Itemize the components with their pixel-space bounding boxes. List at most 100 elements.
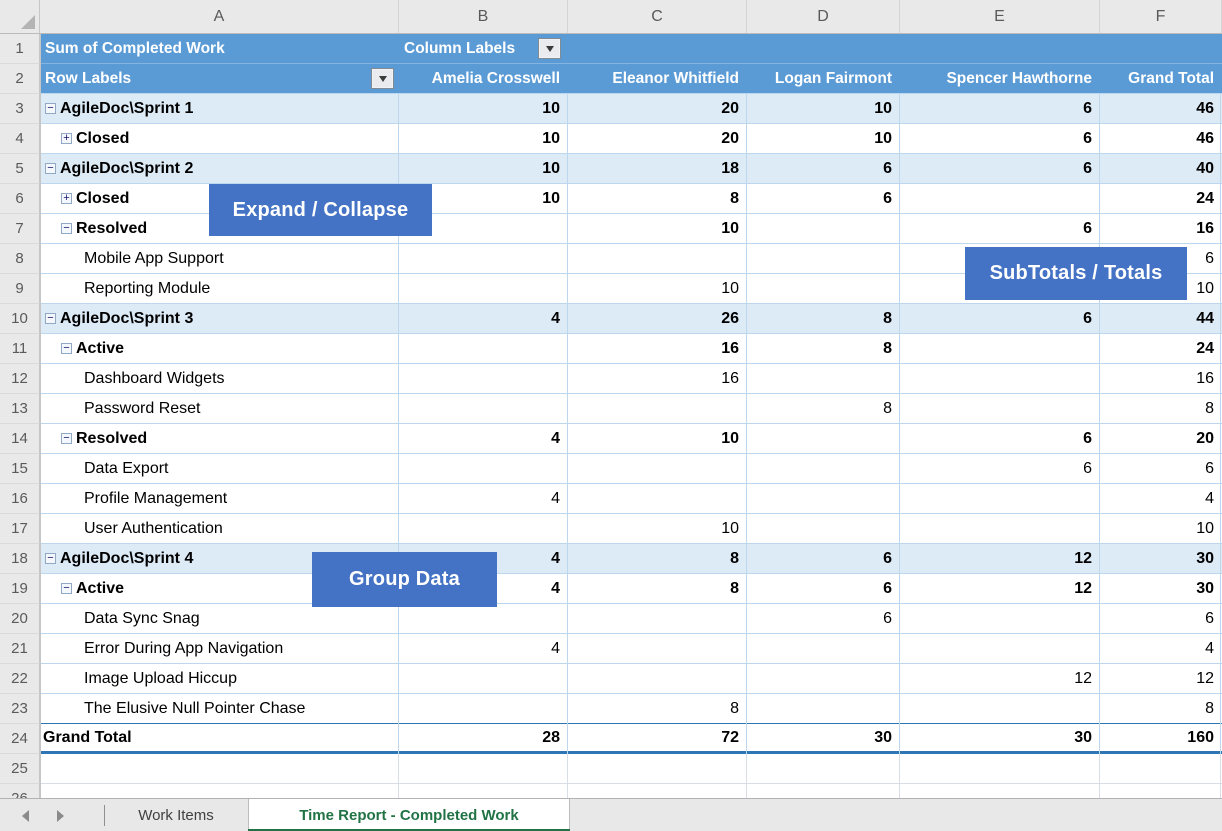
collapse-icon[interactable]: − [61, 583, 72, 594]
row-header-2[interactable]: 2 [0, 64, 40, 94]
value-cell[interactable]: 8 [568, 544, 747, 573]
column-header-c[interactable]: C [568, 0, 747, 33]
value-cell[interactable] [747, 214, 900, 243]
row-label-cell[interactable]: Password Reset [40, 394, 399, 423]
value-cell[interactable]: 30 [1100, 544, 1222, 573]
value-cell[interactable]: 6 [900, 124, 1100, 153]
row-label-cell[interactable]: −AgileDoc\Sprint 2 [40, 154, 399, 183]
callout-shape[interactable]: Expand / Collapse [209, 184, 432, 236]
collapse-icon[interactable]: − [45, 313, 56, 324]
row-header-18[interactable]: 18 [0, 544, 40, 574]
value-cell[interactable]: 8 [747, 334, 900, 363]
value-cell[interactable]: 10 [399, 94, 568, 123]
value-cell[interactable] [747, 454, 900, 483]
next-sheet-arrow-icon[interactable] [57, 810, 64, 822]
sheet-tab-time-report-completed-work[interactable]: Time Report - Completed Work [248, 799, 570, 831]
value-cell[interactable]: 20 [1100, 424, 1222, 453]
value-cell[interactable]: 16 [1100, 364, 1222, 393]
value-cell[interactable]: 28 [399, 724, 568, 751]
row-header-5[interactable]: 5 [0, 154, 40, 184]
value-cell[interactable]: 6 [747, 154, 900, 183]
row-label-cell[interactable]: Error During App Navigation [40, 634, 399, 663]
row-header-8[interactable]: 8 [0, 244, 40, 274]
value-cell[interactable]: 8 [747, 304, 900, 333]
row-label-cell[interactable]: Dashboard Widgets [40, 364, 399, 393]
value-cell[interactable]: 6 [747, 544, 900, 573]
value-cell[interactable] [399, 244, 568, 273]
value-cell[interactable]: 46 [1100, 124, 1222, 153]
row-header-1[interactable]: 1 [0, 34, 40, 64]
value-cell[interactable]: 6 [900, 94, 1100, 123]
row-header-11[interactable]: 11 [0, 334, 40, 364]
column-header-b[interactable]: B [399, 0, 568, 33]
row-header-17[interactable]: 17 [0, 514, 40, 544]
row-header-14[interactable]: 14 [0, 424, 40, 454]
value-cell[interactable] [568, 244, 747, 273]
value-cell[interactable] [399, 694, 568, 723]
expand-icon[interactable]: + [61, 193, 72, 204]
value-cell[interactable]: 40 [1100, 154, 1222, 183]
value-cell[interactable]: 10 [568, 424, 747, 453]
column-header-cell[interactable]: Amelia Crosswell [399, 64, 568, 93]
value-cell[interactable]: 10 [747, 94, 900, 123]
value-cell[interactable]: 10 [399, 124, 568, 153]
value-cell[interactable] [747, 364, 900, 393]
value-cell[interactable]: 160 [1100, 724, 1222, 751]
value-cell[interactable]: 12 [900, 544, 1100, 573]
value-cell[interactable]: 6 [747, 604, 900, 633]
row-label-cell[interactable]: Profile Management [40, 484, 399, 513]
value-cell[interactable]: 16 [568, 334, 747, 363]
value-cell[interactable]: 12 [900, 664, 1100, 693]
row-labels-filter-button[interactable] [371, 68, 394, 89]
value-cell[interactable]: 4 [1100, 484, 1222, 513]
expand-icon[interactable]: + [61, 133, 72, 144]
row-header-3[interactable]: 3 [0, 94, 40, 124]
value-cell[interactable] [900, 604, 1100, 633]
row-label-cell[interactable]: Grand Total [40, 724, 399, 751]
value-cell[interactable] [568, 664, 747, 693]
value-cell[interactable]: 8 [568, 574, 747, 603]
row-header-4[interactable]: 4 [0, 124, 40, 154]
value-cell[interactable]: 12 [900, 574, 1100, 603]
row-header-22[interactable]: 22 [0, 664, 40, 694]
value-cell[interactable] [900, 394, 1100, 423]
value-cell[interactable] [747, 484, 900, 513]
collapse-icon[interactable]: − [61, 343, 72, 354]
row-header-13[interactable]: 13 [0, 394, 40, 424]
value-cell[interactable]: 10 [568, 514, 747, 543]
value-cell[interactable] [747, 514, 900, 543]
row-labels-cell[interactable]: Row Labels [40, 64, 399, 93]
value-cell[interactable]: 24 [1100, 334, 1222, 363]
row-header-21[interactable]: 21 [0, 634, 40, 664]
value-cell[interactable] [747, 694, 900, 723]
value-cell[interactable]: 10 [568, 274, 747, 303]
value-cell[interactable] [900, 334, 1100, 363]
value-cell[interactable] [747, 244, 900, 273]
value-cell[interactable] [900, 364, 1100, 393]
value-cell[interactable] [399, 364, 568, 393]
value-cell[interactable]: 30 [747, 724, 900, 751]
value-cell[interactable] [900, 634, 1100, 663]
row-header-25[interactable]: 25 [0, 754, 40, 784]
value-cell[interactable]: 8 [568, 694, 747, 723]
value-cell[interactable]: 8 [1100, 694, 1222, 723]
row-label-cell[interactable]: User Authentication [40, 514, 399, 543]
row-label-cell[interactable]: −AgileDoc\Sprint 3 [40, 304, 399, 333]
sheet-tab-work-items[interactable]: Work Items [104, 799, 248, 831]
value-cell[interactable] [399, 604, 568, 633]
collapse-icon[interactable]: − [45, 103, 56, 114]
row-label-cell[interactable]: +Closed [40, 124, 399, 153]
callout-shape[interactable]: Group Data [312, 552, 497, 607]
value-cell[interactable]: 6 [900, 454, 1100, 483]
value-cell[interactable]: 6 [1100, 454, 1222, 483]
value-cell[interactable]: 72 [568, 724, 747, 751]
value-cell[interactable]: 46 [1100, 94, 1222, 123]
value-cell[interactable]: 4 [1100, 634, 1222, 663]
row-header-24[interactable]: 24 [0, 724, 40, 754]
value-cell[interactable]: 6 [900, 424, 1100, 453]
row-label-cell[interactable]: −AgileDoc\Sprint 1 [40, 94, 399, 123]
value-cell[interactable] [900, 514, 1100, 543]
column-header-f[interactable]: F [1100, 0, 1222, 33]
row-header-26[interactable]: 26 [0, 784, 40, 798]
value-cell[interactable]: 24 [1100, 184, 1222, 213]
